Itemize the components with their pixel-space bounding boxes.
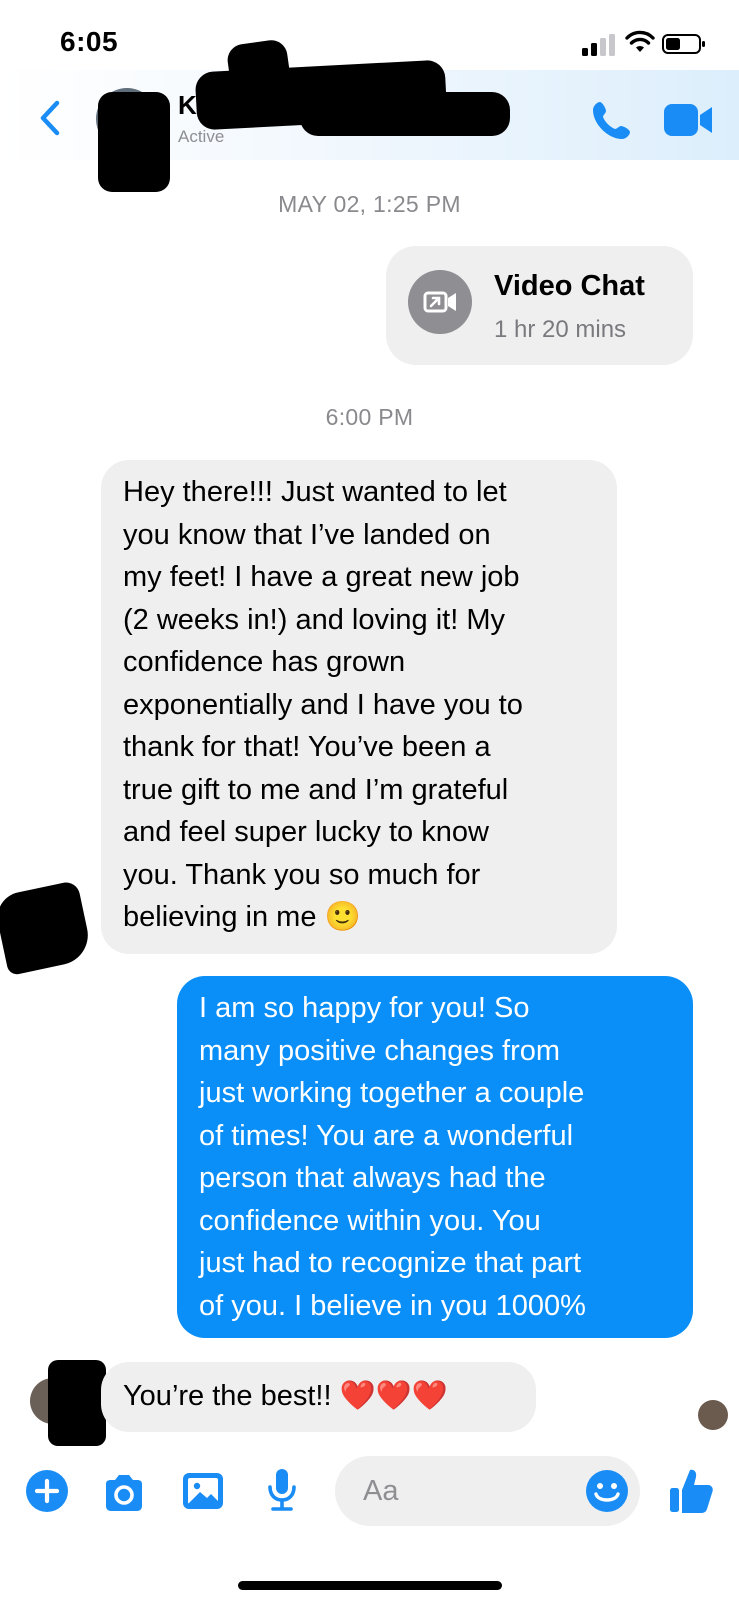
wifi-icon — [625, 30, 655, 52]
gallery-icon[interactable] — [180, 1468, 226, 1514]
redaction-mark — [98, 92, 170, 192]
incoming-message-bubble[interactable]: You’re the best!! ❤️❤️❤️ — [101, 1362, 536, 1432]
message-timestamp: 6:00 PM — [325, 404, 414, 430]
back-button[interactable] — [36, 98, 64, 138]
sender-avatar[interactable] — [0, 879, 96, 977]
redaction-mark — [300, 92, 510, 136]
read-receipt-avatar — [698, 1400, 728, 1430]
video-call-icon[interactable] — [663, 100, 713, 140]
message-timestamp: MAY 02, 1:25 PM — [278, 191, 461, 217]
thumbs-up-icon[interactable] — [668, 1466, 714, 1514]
video-camera-icon — [423, 291, 456, 313]
battery-icon — [662, 34, 705, 54]
contact-active-status: Active — [178, 127, 225, 146]
camera-icon[interactable] — [101, 1470, 147, 1516]
video-chat-title: Video Chat — [494, 270, 645, 302]
incoming-message-bubble[interactable]: Hey there!!! Just wanted to let you know… — [101, 460, 617, 954]
phone-call-icon[interactable] — [588, 98, 634, 144]
sender-avatar[interactable] — [30, 1360, 106, 1446]
contact-name[interactable]: K — [178, 90, 197, 121]
video-chat-icon — [408, 270, 472, 334]
emoji-icon[interactable] — [584, 1468, 630, 1514]
outgoing-message-bubble[interactable]: I am so happy for you! So many positive … — [177, 976, 693, 1338]
status-time: 6:05 — [60, 26, 119, 57]
plus-icon[interactable] — [24, 1468, 70, 1514]
video-chat-duration: 1 hr 20 mins — [494, 316, 627, 343]
signal-icon — [582, 34, 615, 56]
microphone-icon[interactable] — [259, 1466, 305, 1512]
home-indicator — [238, 1581, 502, 1590]
